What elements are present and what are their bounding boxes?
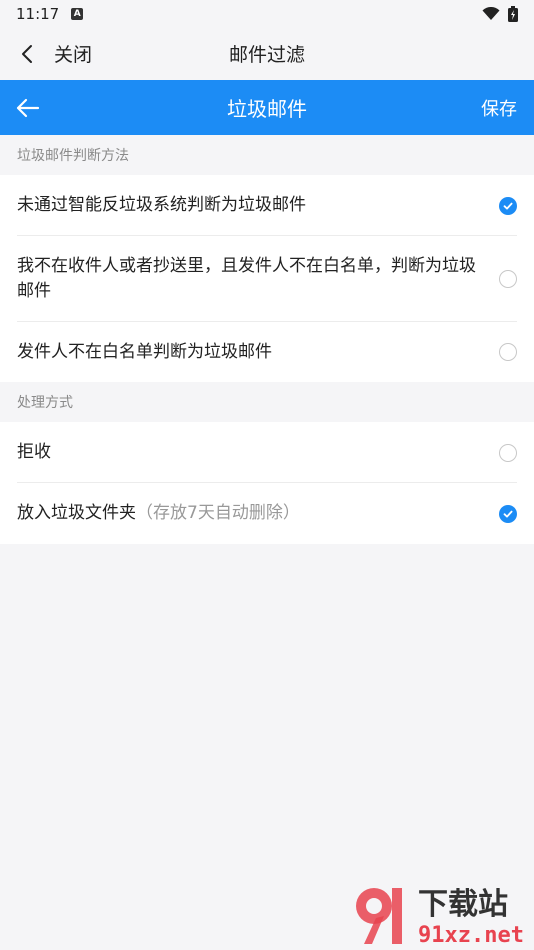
outer-nav-bar: 关闭 邮件过滤 (0, 28, 534, 80)
option-not-recipient[interactable]: 我不在收件人或者抄送里，且发件人不在白名单，判断为垃圾邮件 (0, 236, 534, 322)
watermark-91-icon (356, 888, 402, 944)
status-time: 11:17 (16, 5, 60, 23)
option-label: 拒收 (17, 442, 51, 462)
watermark-logo: 下载站 91xz.net (356, 887, 524, 948)
option-label-main: 放入垃圾文件夹 (17, 503, 136, 523)
watermark-brand: 下载站 (418, 887, 508, 922)
option-smart-antispam[interactable]: 未通过智能反垃圾系统判断为垃圾邮件 (0, 175, 534, 236)
option-not-whitelist[interactable]: 发件人不在白名单判断为垃圾邮件 (0, 322, 534, 382)
radio-checked-icon[interactable] (499, 196, 517, 215)
option-label: 我不在收件人或者抄送里，且发件人不在白名单，判断为垃圾邮件 (17, 256, 476, 301)
arrow-left-icon[interactable] (14, 94, 42, 122)
wifi-icon (482, 7, 500, 20)
save-button[interactable]: 保存 (481, 95, 517, 121)
option-label: 未通过智能反垃圾系统判断为垃圾邮件 (17, 195, 306, 215)
chevron-left-icon[interactable] (16, 42, 40, 66)
handling-group: 拒收 放入垃圾文件夹（存放7天自动删除） (0, 422, 534, 544)
close-button[interactable]: 关闭 (54, 40, 92, 67)
watermark-domain: 91xz.net (418, 923, 524, 948)
accessibility-icon: A (71, 8, 84, 20)
option-hint: （存放7天自动删除） (136, 503, 300, 523)
radio-unchecked-icon[interactable] (499, 343, 517, 361)
section-header-judge-method: 垃圾邮件判断方法 (0, 135, 534, 175)
radio-unchecked-icon[interactable] (499, 270, 517, 288)
judge-method-group: 未通过智能反垃圾系统判断为垃圾邮件 我不在收件人或者抄送里，且发件人不在白名单，… (0, 175, 534, 382)
battery-icon (508, 6, 518, 22)
radio-checked-icon[interactable] (499, 504, 517, 523)
settings-content: 垃圾邮件判断方法 未通过智能反垃圾系统判断为垃圾邮件 我不在收件人或者抄送里，且… (0, 135, 534, 544)
option-move-to-junk[interactable]: 放入垃圾文件夹（存放7天自动删除） (0, 483, 534, 544)
app-header: 垃圾邮件 保存 (0, 80, 534, 135)
option-label: 放入垃圾文件夹（存放7天自动删除） (17, 501, 517, 526)
option-label: 发件人不在白名单判断为垃圾邮件 (17, 341, 272, 362)
section-header-handling: 处理方式 (0, 382, 534, 422)
radio-unchecked-icon[interactable] (499, 443, 517, 462)
status-bar: 11:17 A (0, 0, 534, 28)
option-reject[interactable]: 拒收 (0, 422, 534, 483)
page-title: 垃圾邮件 (227, 97, 307, 121)
